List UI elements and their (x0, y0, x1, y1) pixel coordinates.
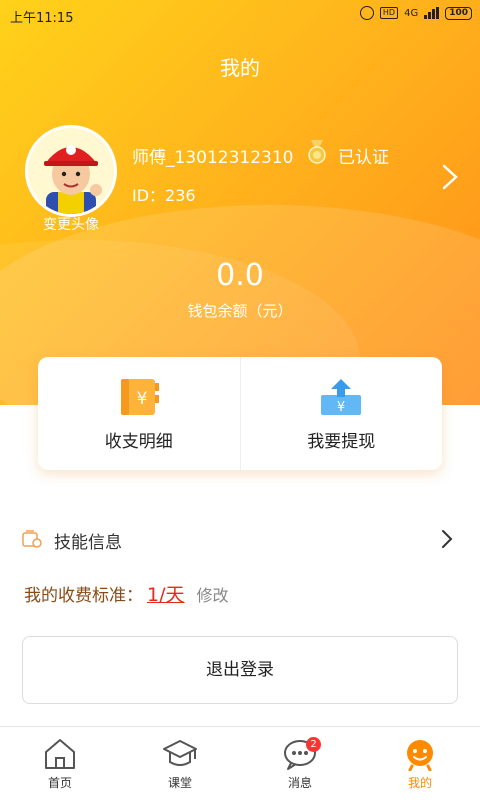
status-bar: 上午11:15 HD 4G 100 (0, 0, 480, 30)
medal-icon (308, 140, 326, 164)
change-avatar-label[interactable]: 变更头像 (25, 214, 117, 234)
graduation-cap-icon (163, 740, 197, 766)
signal-icon (424, 7, 440, 19)
status-time: 上午11:15 (10, 11, 74, 26)
page-title: 我的 (220, 56, 260, 80)
profile-icon (407, 740, 433, 771)
chevron-right-icon[interactable] (440, 163, 460, 191)
unread-badge: 2 (306, 737, 321, 752)
ledger-icon: ¥ (120, 379, 159, 415)
verified-label: 已认证 (338, 148, 389, 168)
logout-button[interactable]: 退出登录 (22, 636, 458, 704)
avatar-image (28, 128, 114, 214)
battery-icon: 100 (445, 6, 472, 20)
chevron-right-icon (442, 530, 453, 548)
withdraw-icon: ¥ (321, 379, 362, 415)
hd-icon: HD (379, 7, 399, 19)
network-type: 4G (404, 7, 419, 19)
tab-label: 消息 (287, 776, 312, 790)
wallet-actions-card: ¥ 收支明细 ¥ 我要提现 (38, 357, 442, 470)
withdraw-button[interactable]: ¥ 我要提现 (239, 357, 443, 470)
svg-text:¥: ¥ (337, 400, 345, 415)
skill-icon (22, 530, 42, 548)
ledger-label: 收支明细 (104, 432, 173, 452)
alarm-icon (359, 6, 374, 20)
fee-edit-link[interactable]: 修改 (197, 586, 229, 605)
tab-messages[interactable]: 2 消息 (240, 727, 360, 800)
withdraw-label: 我要提现 (307, 432, 376, 452)
fee-value: 1/天 (147, 584, 185, 606)
tab-label: 首页 (47, 776, 72, 790)
fee-standard: 我的收费标准： 1/天 修改 (24, 580, 229, 607)
tab-label: 我的 (407, 776, 432, 790)
tab-classroom[interactable]: 课堂 (120, 727, 240, 800)
skill-info-row[interactable]: 技能信息 (22, 522, 458, 558)
skill-info-label: 技能信息 (54, 533, 122, 553)
avatar[interactable] (25, 125, 117, 217)
home-icon (45, 739, 75, 769)
svg-text:¥: ¥ (136, 389, 147, 409)
wallet-balance: 0.0 (216, 258, 264, 293)
ledger-button[interactable]: ¥ 收支明细 (38, 357, 240, 470)
tab-profile[interactable]: 我的 (360, 727, 480, 800)
tab-label: 课堂 (167, 776, 192, 790)
user-name: 师傅_13012312310 (132, 148, 294, 168)
tab-home[interactable]: 首页 (0, 727, 120, 800)
wallet-balance-label: 钱包余额（元） (187, 302, 293, 320)
bottom-tab-bar: 首页 课堂 2 消息 我的 (0, 726, 480, 800)
user-id: ID：236 (132, 186, 196, 205)
fee-label: 我的收费标准： (24, 586, 143, 606)
